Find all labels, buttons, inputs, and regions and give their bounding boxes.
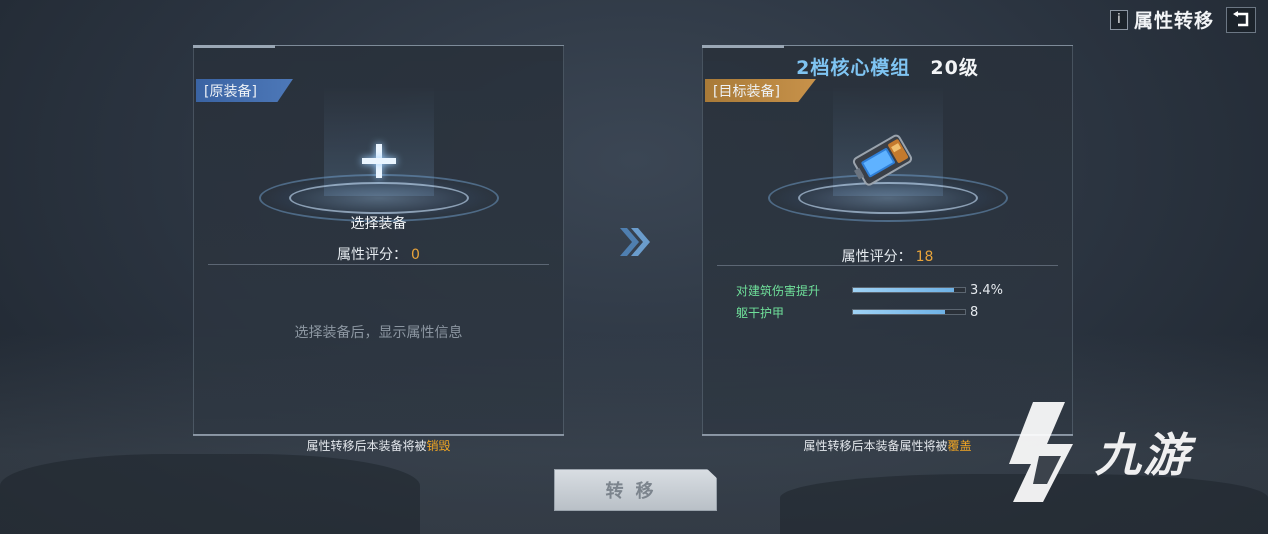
select-equipment-label[interactable]: 选择装备 xyxy=(194,213,563,233)
watermark-text: 九游 xyxy=(1095,428,1191,482)
note-text: 属性转移后本装备将被 xyxy=(306,439,427,453)
stat-bar-fill xyxy=(853,288,954,292)
stat-row: 躯干护甲 8 xyxy=(736,303,978,321)
attribute-placeholder-text: 选择装备后，显示属性信息 xyxy=(294,325,463,341)
stat-row: 对建筑伤害提升 3.4% xyxy=(736,281,1003,299)
note-warning: 覆盖 xyxy=(947,439,972,453)
target-equipment-panel: 2档核心模组 20级 [目标装备] 属性评分： 18 对建筑伤害提升 3.4% 躯干… xyxy=(702,45,1073,436)
panel-bottom-line xyxy=(193,434,564,436)
panel-accent-bar xyxy=(702,45,784,48)
panel-accent-bar xyxy=(193,45,275,48)
score-value: 0 xyxy=(411,247,420,263)
background-rock xyxy=(0,454,420,534)
panel-top-line xyxy=(784,45,1073,46)
stat-bar xyxy=(852,309,966,315)
module-level: 20级 xyxy=(930,57,979,79)
double-chevron-right-icon xyxy=(620,228,650,256)
divider xyxy=(208,264,549,265)
module-title: 2档核心模组 20级 xyxy=(703,53,1072,80)
original-equipment-tag: [原装备] xyxy=(196,79,293,102)
score-value: 18 xyxy=(915,249,934,265)
stat-value: 8 xyxy=(970,304,979,320)
original-equipment-panel: [原装备] 选择装备 属性评分： 0 选择装备后，显示属性信息 xyxy=(193,45,564,436)
stat-bar xyxy=(852,287,966,293)
pedestal-inner-ring xyxy=(288,182,469,214)
module-name: 2档核心模组 xyxy=(796,57,911,79)
target-equipment-tag: [目标装备] xyxy=(705,79,816,102)
jiuyou-logo-icon xyxy=(1009,402,1073,502)
watermark: 九游 xyxy=(1003,398,1191,506)
stat-name: 对建筑伤害提升 xyxy=(736,283,821,298)
info-button[interactable]: i xyxy=(1109,9,1128,30)
attribute-score: 属性评分： 0 xyxy=(194,244,563,264)
attribute-score: 属性评分： 18 xyxy=(703,246,1072,266)
score-label: 属性评分： xyxy=(337,247,408,263)
original-equipment-note: 属性转移后本装备将被销毁 xyxy=(193,437,564,454)
panel-top-line xyxy=(275,45,564,46)
page-title: 属性转移 xyxy=(1133,10,1214,32)
stat-name: 躯干护甲 xyxy=(736,305,785,320)
transfer-button[interactable]: 转移 xyxy=(554,469,717,511)
note-text: 属性转移后本装备属性将被 xyxy=(803,439,948,453)
note-warning: 销毁 xyxy=(426,439,451,453)
stat-bar-fill xyxy=(853,310,945,314)
core-module-chip-icon[interactable] xyxy=(847,131,919,191)
back-button[interactable] xyxy=(1226,6,1256,33)
plus-icon[interactable] xyxy=(361,144,396,178)
back-arrow-icon xyxy=(1233,10,1249,26)
divider xyxy=(717,265,1058,266)
stat-value: 3.4% xyxy=(970,282,1004,298)
score-label: 属性评分： xyxy=(841,249,912,265)
top-header: i 属性转移 xyxy=(1109,6,1256,33)
